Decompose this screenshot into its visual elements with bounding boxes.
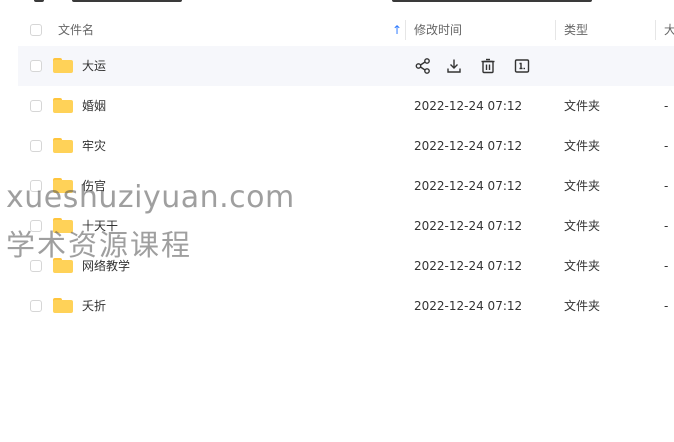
column-name-header[interactable]: 文件名 — [58, 12, 94, 48]
share-icon[interactable] — [414, 57, 432, 75]
file-row[interactable]: 伤官 2022-12-24 07:12 文件夹 - — [18, 166, 674, 206]
file-type: 文件夹 — [564, 179, 601, 193]
row-checkbox[interactable] — [30, 300, 42, 312]
file-name[interactable]: 大运 — [82, 46, 106, 86]
folder-icon — [53, 298, 73, 313]
file-name[interactable]: 牢灾 — [82, 126, 106, 166]
rename-icon[interactable] — [513, 57, 531, 75]
sort-ascending-icon[interactable]: ↑ — [392, 12, 402, 48]
file-row[interactable]: 婚姻 2022-12-24 07:12 文件夹 - — [18, 86, 674, 126]
file-name[interactable]: 夭折 — [82, 286, 106, 326]
toolbar-fragment — [392, 0, 592, 2]
file-type: 文件夹 — [564, 139, 601, 153]
file-size: - — [664, 219, 669, 233]
file-row[interactable]: 网络教学 2022-12-24 07:12 文件夹 - — [18, 246, 674, 286]
file-type: 文件夹 — [564, 299, 601, 313]
file-name[interactable]: 十天干 — [82, 206, 118, 246]
folder-icon — [53, 98, 73, 113]
row-checkbox[interactable] — [30, 180, 42, 192]
row-checkbox[interactable] — [30, 140, 42, 152]
file-size: - — [664, 259, 669, 273]
file-size: - — [664, 179, 669, 193]
file-modified-time: 2022-12-24 07:12 — [414, 99, 523, 113]
file-type: 文件夹 — [564, 99, 601, 113]
file-type: 文件夹 — [564, 259, 601, 273]
file-row[interactable]: 牢灾 2022-12-24 07:12 文件夹 - — [18, 126, 674, 166]
column-type-header[interactable]: 类型 — [564, 12, 588, 48]
toolbar-fragment — [72, 0, 182, 2]
toolbar-fragment — [34, 0, 44, 2]
folder-icon — [53, 178, 73, 193]
folder-icon — [53, 58, 73, 73]
row-checkbox[interactable] — [30, 220, 42, 232]
select-all-checkbox[interactable] — [30, 24, 42, 36]
file-modified-time: 2022-12-24 07:12 — [414, 299, 523, 313]
column-divider[interactable] — [405, 20, 406, 40]
file-modified-time: 2022-12-24 07:12 — [414, 139, 523, 153]
row-checkbox[interactable] — [30, 100, 42, 112]
file-modified-time: 2022-12-24 07:12 — [414, 179, 523, 193]
file-size: - — [664, 139, 669, 153]
column-modified-time-header[interactable]: 修改时间 — [414, 12, 462, 48]
file-size: - — [664, 99, 669, 113]
file-name[interactable]: 婚姻 — [82, 86, 106, 126]
column-divider[interactable] — [555, 20, 556, 40]
file-row[interactable]: 大运 — [18, 46, 674, 86]
row-checkbox[interactable] — [30, 60, 42, 72]
file-name[interactable]: 伤官 — [82, 166, 106, 206]
file-size: - — [664, 299, 669, 313]
folder-icon — [53, 218, 73, 233]
folder-icon — [53, 258, 73, 273]
column-size-header[interactable]: 大 — [664, 12, 674, 48]
file-modified-time: 2022-12-24 07:12 — [414, 219, 523, 233]
column-divider[interactable] — [655, 20, 656, 40]
folder-icon — [53, 138, 73, 153]
row-checkbox[interactable] — [30, 260, 42, 272]
file-modified-time: 2022-12-24 07:12 — [414, 259, 523, 273]
file-row[interactable]: 十天干 2022-12-24 07:12 文件夹 - — [18, 206, 674, 246]
file-manager: 文件名 ↑ 修改时间 类型 大 大运 婚姻 2022-12-24 07:12 文… — [0, 0, 674, 442]
download-icon[interactable] — [445, 57, 463, 75]
file-name[interactable]: 网络教学 — [82, 246, 130, 286]
file-list-header: 文件名 ↑ 修改时间 类型 大 — [18, 12, 674, 49]
file-type: 文件夹 — [564, 219, 601, 233]
toolbar-cut-off — [0, 0, 674, 4]
file-row[interactable]: 夭折 2022-12-24 07:12 文件夹 - — [18, 286, 674, 326]
delete-icon[interactable] — [479, 57, 497, 75]
